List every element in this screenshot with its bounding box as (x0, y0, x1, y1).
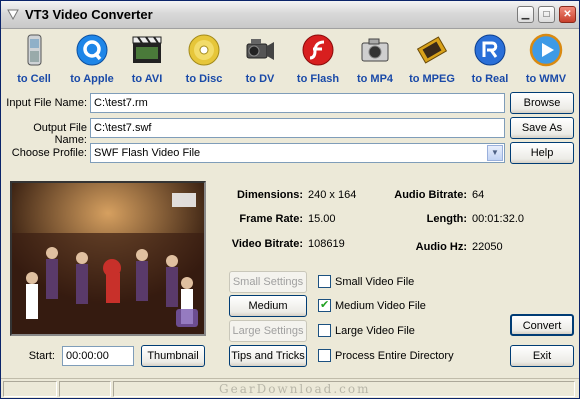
video-preview (10, 181, 206, 336)
status-panel-1 (3, 381, 57, 397)
camera-icon (361, 38, 389, 62)
tips-and-tricks-button[interactable]: Tips and Tricks (229, 345, 307, 367)
profile-label: Choose Profile: (11, 147, 87, 159)
video-bitrate-value: 108619 (308, 238, 345, 250)
maximize-button[interactable]: □ (538, 6, 555, 23)
profile-select[interactable]: SWF Flash Video File ▼ (90, 143, 505, 163)
to-wmv-button[interactable]: to WMV (517, 31, 575, 87)
convert-button[interactable]: Convert (510, 314, 574, 336)
frame-rate-label: Frame Rate: (239, 213, 303, 225)
length-label: Length: (426, 213, 467, 225)
close-button[interactable]: ✕ (559, 6, 576, 23)
length-value: 00:01:32.0 (472, 213, 524, 225)
large-video-file-checkbox[interactable] (318, 324, 331, 337)
thumbnail-button[interactable]: Thumbnail (141, 345, 205, 367)
real-player-icon (474, 34, 506, 66)
app-icon (7, 9, 19, 20)
disc-icon (188, 34, 220, 66)
flash-icon (302, 34, 334, 66)
medium-video-file-label: Medium Video File (335, 300, 426, 312)
save-as-button[interactable]: Save As (510, 117, 574, 139)
exit-button[interactable]: Exit (510, 345, 574, 367)
dropdown-arrow-icon[interactable]: ▼ (487, 145, 503, 161)
to-mpeg-button[interactable]: to MPEG (403, 31, 461, 87)
output-file-field[interactable]: C:\test7.swf (90, 118, 505, 138)
medium-video-file-checkbox[interactable] (318, 298, 331, 312)
to-mp4-button[interactable]: to MP4 (346, 31, 404, 87)
clapperboard-icon (132, 36, 162, 63)
small-settings-button[interactable]: Small Settings (229, 271, 307, 293)
profile-select-value: SWF Flash Video File (94, 147, 201, 159)
camcorder-icon (246, 39, 274, 60)
large-settings-button[interactable]: Large Settings (229, 320, 307, 342)
input-file-label: Input File Name: (6, 97, 87, 109)
wmv-play-icon (529, 33, 563, 67)
quicktime-icon (76, 34, 108, 66)
cell-phone-icon (27, 34, 42, 66)
watermark: GearDownload.com (219, 382, 371, 396)
to-cell-button[interactable]: to Cell (5, 31, 63, 87)
small-video-file-label: Small Video File (335, 276, 415, 288)
minimize-icon: ▁ (521, 9, 530, 20)
audio-bitrate-value: 64 (472, 189, 485, 201)
dimensions-value: 240 x 164 (308, 189, 357, 201)
audio-hz-value: 22050 (472, 241, 503, 253)
to-wmv-label: to WMV (525, 73, 567, 85)
browse-button[interactable]: Browse (510, 92, 574, 114)
to-flash-button[interactable]: to Flash (289, 31, 347, 87)
toolbar: to Cell to Apple to AVI to Disc to DV to… (1, 29, 579, 89)
start-label: Start: (28, 350, 55, 362)
close-icon: ✕ (563, 9, 572, 20)
to-avi-button[interactable]: to AVI (118, 31, 176, 87)
title-bar: VT3 Video Converter ▁ □ ✕ (1, 1, 579, 29)
video-frame-image (12, 183, 204, 334)
start-time-field[interactable]: 00:00:00 (62, 346, 134, 366)
status-panel-2 (59, 381, 111, 397)
large-video-file-label: Large Video File (335, 325, 415, 337)
help-button[interactable]: Help (510, 142, 574, 164)
app-window: VT3 Video Converter ▁ □ ✕ to Cell to App… (0, 0, 580, 399)
process-entire-directory-checkbox[interactable] (318, 349, 331, 362)
audio-bitrate-label: Audio Bitrate: (394, 189, 467, 201)
film-icon (416, 36, 448, 64)
medium-settings-button[interactable]: Medium Settings (229, 295, 307, 332)
maximize-icon: □ (543, 9, 550, 20)
to-dv-button[interactable]: to DV (231, 31, 289, 87)
input-file-field[interactable]: C:\test7.rm (90, 93, 505, 113)
minimize-button[interactable]: ▁ (517, 6, 534, 23)
frame-rate-value: 15.00 (308, 213, 336, 225)
video-bitrate-label: Video Bitrate: (231, 238, 303, 250)
dimensions-label: Dimensions: (236, 189, 303, 201)
small-video-file-checkbox[interactable] (318, 275, 331, 288)
process-entire-directory-label: Process Entire Directory (335, 350, 454, 362)
window-title: VT3 Video Converter (25, 7, 153, 22)
audio-hz-label: Audio Hz: (415, 241, 467, 253)
output-file-label: Output File Name: (33, 122, 87, 146)
